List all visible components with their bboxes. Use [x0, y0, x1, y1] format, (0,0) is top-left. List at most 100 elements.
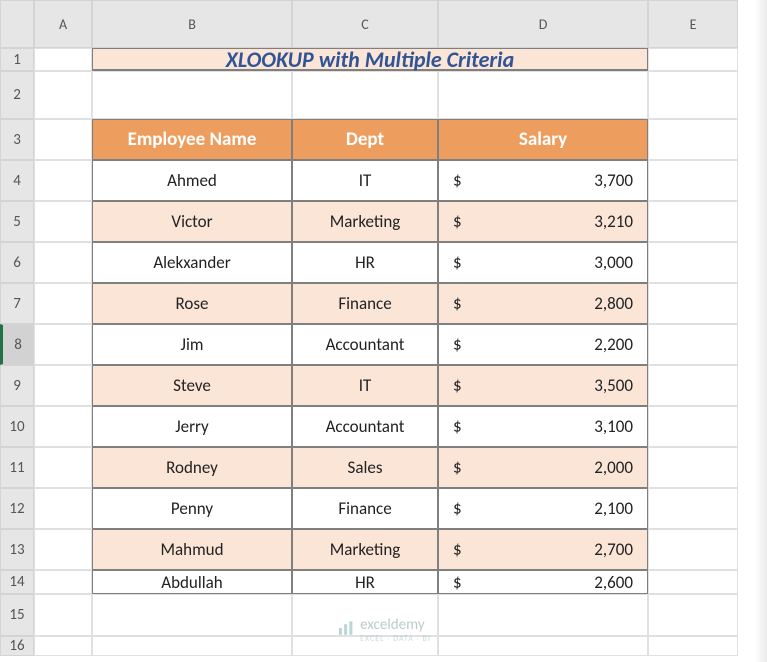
cell[interactable] [648, 447, 738, 488]
cell[interactable] [34, 242, 92, 283]
table-cell-dept[interactable]: HR [292, 242, 438, 283]
row-header-12[interactable]: 12 [0, 488, 34, 529]
currency-symbol: $ [453, 211, 462, 232]
table-cell-name[interactable]: Jim [92, 324, 292, 365]
cell[interactable] [34, 201, 92, 242]
cell[interactable] [34, 283, 92, 324]
cell[interactable] [648, 71, 738, 119]
col-header-a[interactable]: A [34, 0, 92, 48]
table-cell-name[interactable]: Alekxander [92, 242, 292, 283]
cell[interactable] [648, 201, 738, 242]
table-cell-name[interactable]: Abdullah [92, 570, 292, 594]
table-cell-dept[interactable]: IT [292, 365, 438, 406]
row-header-2[interactable]: 2 [0, 71, 34, 119]
select-all-corner[interactable] [0, 0, 34, 48]
table-cell-name[interactable]: Mahmud [92, 529, 292, 570]
row-header-7[interactable]: 7 [0, 283, 34, 324]
cell[interactable] [34, 365, 92, 406]
cell[interactable] [648, 160, 738, 201]
row-header-10[interactable]: 10 [0, 406, 34, 447]
table-cell-dept[interactable]: Marketing [292, 529, 438, 570]
cell[interactable] [34, 529, 92, 570]
row-header-9[interactable]: 9 [0, 365, 34, 406]
col-header-b[interactable]: B [92, 0, 292, 48]
cell[interactable] [92, 71, 292, 119]
cell[interactable] [648, 570, 738, 594]
table-cell-salary[interactable]: $3,210 [438, 201, 648, 242]
cell[interactable] [34, 636, 92, 656]
cell[interactable] [438, 594, 648, 636]
table-cell-dept[interactable]: Accountant [292, 406, 438, 447]
table-cell-salary[interactable]: $2,700 [438, 529, 648, 570]
cell[interactable] [648, 594, 738, 636]
row-header-14[interactable]: 14 [0, 570, 34, 594]
table-cell-name[interactable]: Jerry [92, 406, 292, 447]
cell[interactable] [648, 119, 738, 160]
cell[interactable] [34, 570, 92, 594]
table-cell-dept[interactable]: Marketing [292, 201, 438, 242]
cell[interactable] [648, 406, 738, 447]
cell[interactable] [648, 324, 738, 365]
col-header-e[interactable]: E [648, 0, 738, 48]
cell[interactable] [648, 636, 738, 656]
table-cell-name[interactable]: Penny [92, 488, 292, 529]
row-header-6[interactable]: 6 [0, 242, 34, 283]
table-cell-name[interactable]: Rose [92, 283, 292, 324]
col-header-c[interactable]: C [292, 0, 438, 48]
table-cell-name[interactable]: Ahmed [92, 160, 292, 201]
table-cell-salary[interactable]: $3,700 [438, 160, 648, 201]
table-cell-name[interactable]: Victor [92, 201, 292, 242]
cell[interactable] [34, 488, 92, 529]
cell[interactable] [34, 48, 92, 71]
cell[interactable] [34, 447, 92, 488]
table-header-salary[interactable]: Salary [438, 119, 648, 160]
cell[interactable] [34, 71, 92, 119]
row-header-11[interactable]: 11 [0, 447, 34, 488]
table-cell-dept[interactable]: Finance [292, 283, 438, 324]
cell[interactable] [92, 594, 292, 636]
cell[interactable] [34, 594, 92, 636]
table-cell-dept[interactable]: Sales [292, 447, 438, 488]
cell[interactable] [648, 488, 738, 529]
table-cell-dept[interactable]: Accountant [292, 324, 438, 365]
table-cell-salary[interactable]: $3,100 [438, 406, 648, 447]
table-header-name[interactable]: Employee Name [92, 119, 292, 160]
row-header-8[interactable]: 8 [0, 324, 34, 365]
table-cell-name[interactable]: Steve [92, 365, 292, 406]
table-cell-dept[interactable]: IT [292, 160, 438, 201]
table-cell-salary[interactable]: $2,100 [438, 488, 648, 529]
cell[interactable] [34, 406, 92, 447]
cell[interactable] [648, 283, 738, 324]
row-header-1[interactable]: 1 [0, 48, 34, 71]
table-cell-dept[interactable]: HR [292, 570, 438, 594]
table-header-dept[interactable]: Dept [292, 119, 438, 160]
cell[interactable] [34, 160, 92, 201]
row-header-15[interactable]: 15 [0, 594, 34, 636]
col-header-d[interactable]: D [438, 0, 648, 48]
row-header-13[interactable]: 13 [0, 529, 34, 570]
cell[interactable] [34, 324, 92, 365]
row-header-3[interactable]: 3 [0, 119, 34, 160]
table-cell-name[interactable]: Rodney [92, 447, 292, 488]
cell[interactable] [92, 636, 292, 656]
cell[interactable] [438, 636, 648, 656]
table-cell-dept[interactable]: Finance [292, 488, 438, 529]
cell[interactable] [648, 48, 738, 71]
cell[interactable] [648, 365, 738, 406]
page-title[interactable]: XLOOKUP with Multiple Criteria [92, 48, 648, 71]
row-header-16[interactable]: 16 [0, 636, 34, 656]
table-cell-salary[interactable]: $2,000 [438, 447, 648, 488]
table-cell-salary[interactable]: $3,000 [438, 242, 648, 283]
table-cell-salary[interactable]: $2,800 [438, 283, 648, 324]
row-header-5[interactable]: 5 [0, 201, 34, 242]
cell[interactable] [648, 242, 738, 283]
table-cell-salary[interactable]: $3,500 [438, 365, 648, 406]
cell[interactable] [648, 529, 738, 570]
cell[interactable] [438, 71, 648, 119]
table-cell-salary[interactable]: $2,600 [438, 570, 648, 594]
salary-value: 2,800 [594, 293, 633, 314]
cell[interactable] [34, 119, 92, 160]
table-cell-salary[interactable]: $2,200 [438, 324, 648, 365]
row-header-4[interactable]: 4 [0, 160, 34, 201]
cell[interactable] [292, 71, 438, 119]
